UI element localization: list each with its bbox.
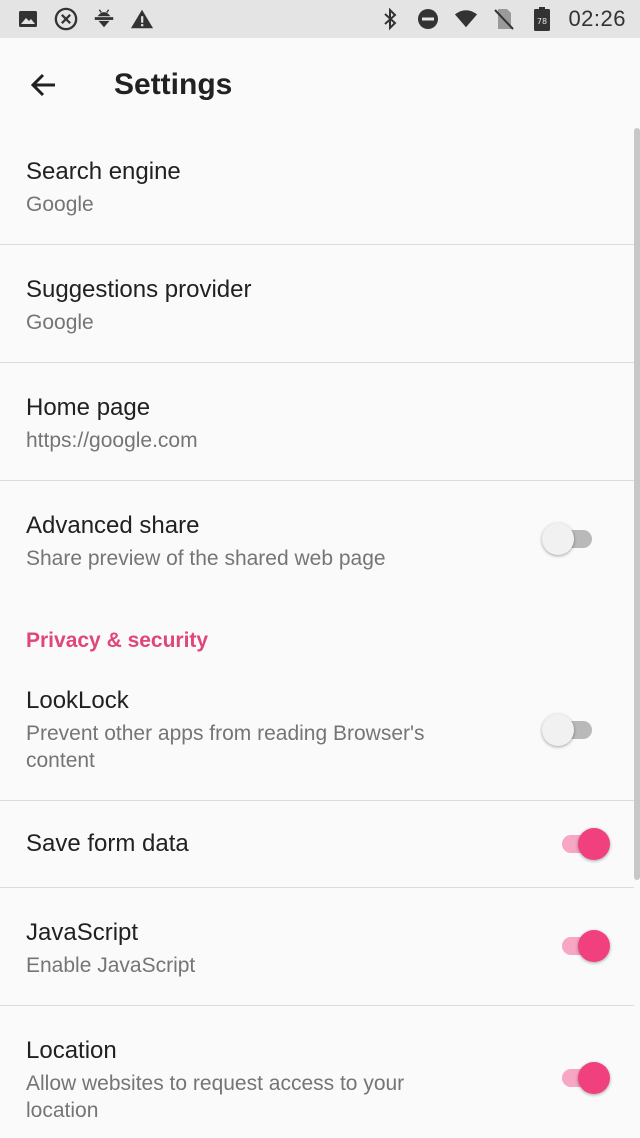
setting-location[interactable]: Location Allow websites to request acces… (0, 1006, 634, 1138)
setting-value: https://google.com (26, 429, 198, 452)
setting-summary: content (26, 749, 95, 772)
setting-search-engine[interactable]: Search engine Google (0, 132, 634, 244)
wifi-icon (454, 7, 478, 31)
switch-thumb (578, 930, 610, 962)
setting-summary: Share preview of the shared web page (26, 547, 386, 570)
setting-title: JavaScript (26, 919, 139, 946)
switch-thumb (542, 523, 574, 555)
javascript-switch[interactable] (556, 926, 612, 966)
switch-thumb (542, 714, 574, 746)
setting-summary: Prevent other apps from reading Browser'… (26, 722, 425, 745)
warning-icon (130, 7, 154, 31)
section-header-privacy: Privacy & security (26, 629, 209, 652)
setting-value: Google (26, 193, 94, 216)
setting-looklock[interactable]: LookLock Prevent other apps from reading… (0, 662, 634, 800)
setting-summary: Enable JavaScript (26, 954, 196, 977)
switch-thumb (578, 828, 610, 860)
status-bar: 78 02:26 (0, 0, 640, 38)
svg-text:78: 78 (537, 17, 547, 26)
setting-title: Suggestions provider (26, 276, 252, 303)
switch-thumb (578, 1062, 610, 1094)
setting-home-page[interactable]: Home page https://google.com (0, 363, 634, 480)
setting-title: Advanced share (26, 512, 200, 539)
setting-value: Google (26, 311, 94, 334)
advanced-share-switch[interactable] (542, 519, 598, 559)
setting-summary: Allow websites to request access to your (26, 1072, 405, 1095)
status-bar-notifications (16, 7, 154, 31)
setting-save-form-data[interactable]: Save form data (0, 801, 634, 887)
back-button[interactable] (14, 55, 74, 115)
status-bar-system: 78 02:26 (378, 6, 626, 32)
x-circle-icon (54, 7, 78, 31)
setting-suggestions-provider[interactable]: Suggestions provider Google (0, 245, 634, 362)
looklock-switch[interactable] (542, 710, 598, 750)
scrollbar[interactable] (634, 128, 640, 880)
location-switch[interactable] (556, 1058, 612, 1098)
page-title: Settings (114, 68, 233, 101)
app-bar: Settings (0, 38, 640, 132)
setting-summary: location (26, 1099, 99, 1122)
do-not-disturb-icon (416, 7, 440, 31)
setting-javascript[interactable]: JavaScript Enable JavaScript (0, 888, 634, 1005)
android-download-icon (92, 7, 116, 31)
arrow-back-icon (30, 73, 55, 97)
setting-title: Location (26, 1037, 117, 1064)
no-sim-icon (492, 7, 516, 31)
setting-advanced-share[interactable]: Advanced share Share preview of the shar… (0, 481, 634, 595)
save-form-data-switch[interactable] (556, 824, 612, 864)
status-bar-time: 02:26 (568, 6, 626, 31)
bluetooth-icon (378, 7, 402, 31)
image-icon (16, 7, 40, 31)
setting-title: Home page (26, 394, 151, 421)
setting-title: Search engine (26, 158, 181, 185)
setting-title: Save form data (26, 830, 189, 857)
battery-icon: 78 (530, 7, 554, 31)
setting-title: LookLock (26, 687, 129, 714)
